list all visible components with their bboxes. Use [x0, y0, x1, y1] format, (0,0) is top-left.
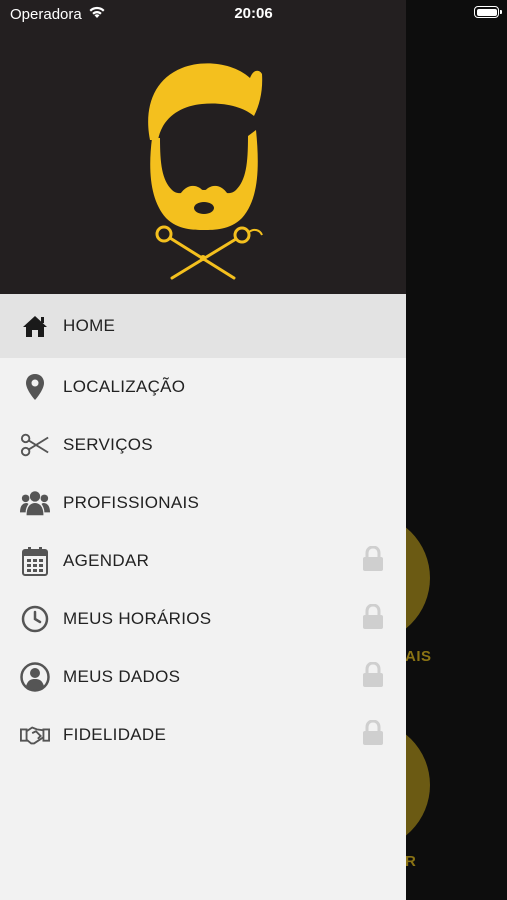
calendar-icon [20, 546, 50, 576]
drawer-header [0, 0, 406, 294]
user-icon [20, 662, 50, 692]
clock-time: 20:06 [234, 5, 273, 22]
bg-label-1: AIS [405, 648, 432, 665]
lock-icon [362, 660, 384, 693]
menu-item-meus-horarios[interactable]: MEUS HORÁRIOS [0, 590, 406, 648]
lock-icon [362, 718, 384, 751]
menu-item-agendar[interactable]: AGENDAR [0, 532, 406, 590]
group-icon [20, 488, 50, 518]
menu-item-fidelidade[interactable]: FIDELIDADE [0, 706, 406, 764]
bg-label-2: R [405, 853, 417, 870]
drawer-menu: HOME LOCALIZAÇÃO SERVIÇOS PROFISSIONAIS … [0, 294, 406, 764]
menu-item-servicos[interactable]: SERVIÇOS [0, 416, 406, 474]
navigation-drawer: HOME LOCALIZAÇÃO SERVIÇOS PROFISSIONAIS … [0, 0, 406, 900]
menu-item-profissionais[interactable]: PROFISSIONAIS [0, 474, 406, 532]
menu-item-localizacao[interactable]: LOCALIZAÇÃO [0, 358, 406, 416]
barber-logo [142, 60, 266, 287]
menu-label-meus-horarios: MEUS HORÁRIOS [63, 609, 212, 628]
clock-icon [20, 604, 50, 634]
handshake-icon [20, 720, 50, 750]
menu-label-home: HOME [63, 316, 116, 335]
menu-label-profissionais: PROFISSIONAIS [63, 493, 200, 512]
menu-label-localizacao: LOCALIZAÇÃO [63, 377, 186, 396]
scissors-icon [20, 430, 50, 460]
home-icon [20, 311, 50, 341]
status-bar: Operadora 20:06 [0, 0, 507, 30]
location-pin-icon [20, 372, 50, 402]
lock-icon [362, 544, 384, 577]
menu-label-agendar: AGENDAR [63, 551, 150, 570]
menu-label-fidelidade: FIDELIDADE [63, 725, 167, 744]
battery-icon [474, 6, 502, 18]
menu-item-meus-dados[interactable]: MEUS DADOS [0, 648, 406, 706]
menu-label-servicos: SERVIÇOS [63, 435, 153, 454]
menu-item-home[interactable]: HOME [0, 294, 406, 358]
lock-icon [362, 602, 384, 635]
menu-label-meus-dados: MEUS DADOS [63, 667, 181, 686]
